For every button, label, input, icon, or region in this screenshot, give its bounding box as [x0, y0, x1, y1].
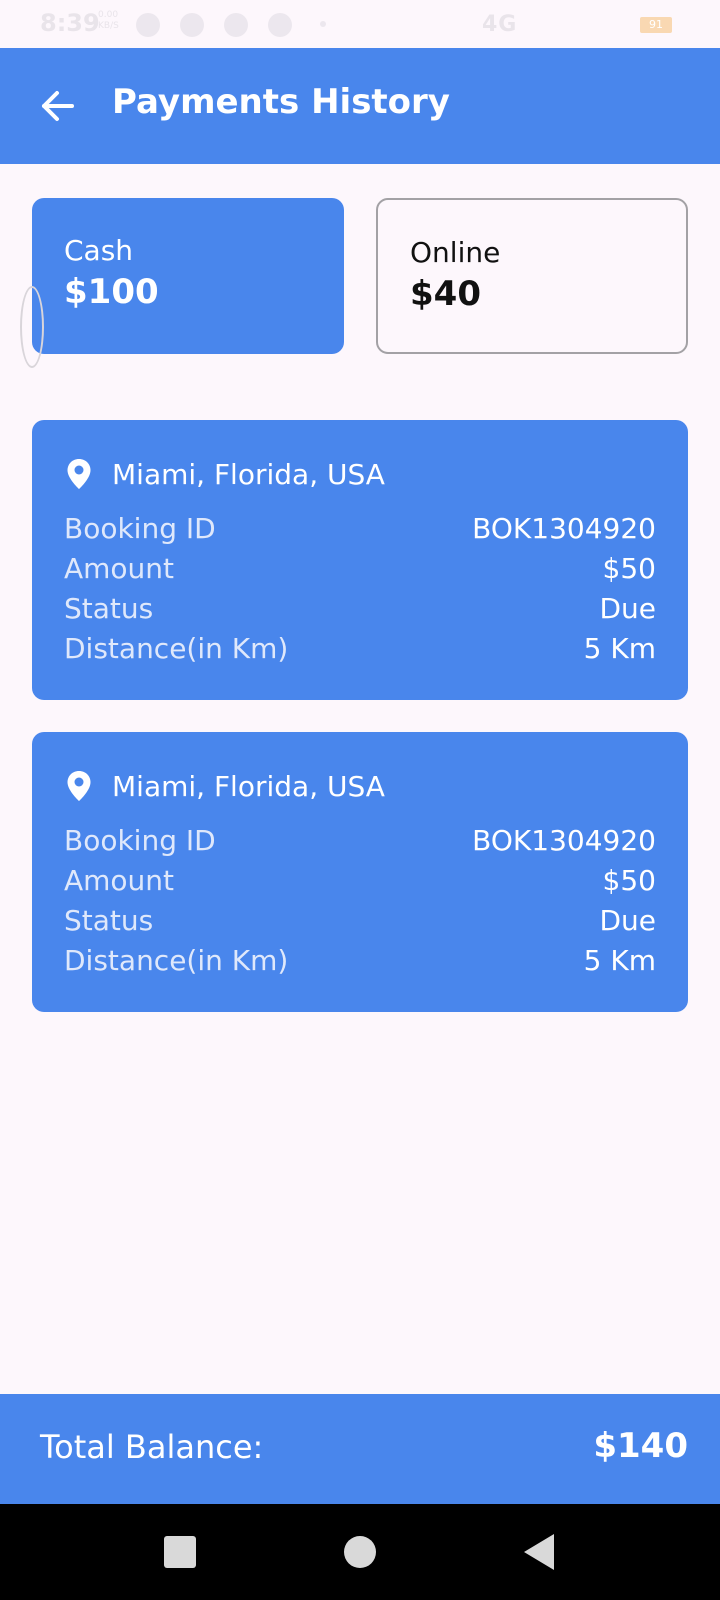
status-data-speed: 0.00 KB/S	[98, 10, 119, 31]
booking-id-row: Booking ID BOK1304920	[64, 508, 656, 548]
location-row: Miami, Florida, USA	[66, 766, 385, 806]
online-label: Online	[410, 236, 501, 269]
square-icon	[164, 1536, 196, 1568]
screen: 8:39 0.00 KB/S 4G 91 Payments History Ca…	[0, 0, 720, 1600]
amount-value: $50	[602, 551, 656, 585]
total-balance-bar: Total Balance: $140	[0, 1394, 720, 1504]
status-row: Status Due	[64, 900, 656, 940]
back-button[interactable]	[26, 74, 90, 138]
amount-row: Amount $50	[64, 860, 656, 900]
notification-icon	[224, 13, 248, 37]
distance-row: Distance(in Km) 5 Km	[64, 628, 656, 668]
notification-icon	[180, 13, 204, 37]
location-row: Miami, Florida, USA	[66, 454, 385, 494]
amount-row: Amount $50	[64, 548, 656, 588]
notification-icon	[268, 13, 292, 37]
status-label: Status	[64, 591, 154, 625]
system-nav-bar	[0, 1504, 720, 1600]
status-row: Status Due	[64, 588, 656, 628]
amount-label: Amount	[64, 863, 175, 897]
booking-id-label: Booking ID	[64, 511, 216, 545]
distance-value: 5 Km	[583, 631, 656, 665]
booking-id-label: Booking ID	[64, 823, 216, 857]
status-value: Due	[599, 591, 656, 625]
map-pin-icon	[67, 459, 91, 489]
amount-label: Amount	[64, 551, 175, 585]
cash-amount: $100	[64, 272, 159, 312]
location-text: Miami, Florida, USA	[112, 457, 385, 491]
circle-icon	[344, 1536, 376, 1568]
total-balance-value: $140	[593, 1426, 688, 1466]
edge-swipe-handle[interactable]	[20, 286, 44, 368]
page-title: Payments History	[112, 82, 450, 122]
network-indicator: 4G	[482, 12, 518, 37]
location-text: Miami, Florida, USA	[112, 769, 385, 803]
distance-label: Distance(in Km)	[64, 631, 289, 665]
payment-card[interactable]: Miami, Florida, USA Booking ID BOK130492…	[32, 420, 688, 700]
booking-id-row: Booking ID BOK1304920	[64, 820, 656, 860]
status-value: Due	[599, 903, 656, 937]
status-bar: 8:39 0.00 KB/S 4G 91	[0, 0, 720, 48]
online-amount: $40	[410, 274, 481, 314]
triangle-back-icon	[524, 1534, 554, 1570]
distance-row: Distance(in Km) 5 Km	[64, 940, 656, 980]
total-balance-label: Total Balance:	[40, 1428, 264, 1466]
recents-button[interactable]	[152, 1524, 208, 1580]
arrow-left-icon	[42, 91, 74, 121]
app-bar: Payments History	[0, 48, 720, 164]
more-notifications-icon	[320, 21, 326, 27]
payment-card[interactable]: Miami, Florida, USA Booking ID BOK130492…	[32, 732, 688, 1012]
online-summary-card[interactable]: Online $40	[376, 198, 688, 354]
distance-label: Distance(in Km)	[64, 943, 289, 977]
map-pin-icon	[67, 771, 91, 801]
distance-value: 5 Km	[583, 943, 656, 977]
booking-id-value: BOK1304920	[472, 511, 656, 545]
amount-value: $50	[602, 863, 656, 897]
notification-icon	[136, 13, 160, 37]
status-label: Status	[64, 903, 154, 937]
system-back-button[interactable]	[512, 1524, 568, 1580]
cash-summary-card[interactable]: Cash $100	[32, 198, 344, 354]
status-time: 8:39	[40, 9, 100, 37]
home-button[interactable]	[332, 1524, 388, 1580]
booking-id-value: BOK1304920	[472, 823, 656, 857]
cash-label: Cash	[64, 234, 134, 267]
battery-icon: 91	[640, 17, 672, 33]
